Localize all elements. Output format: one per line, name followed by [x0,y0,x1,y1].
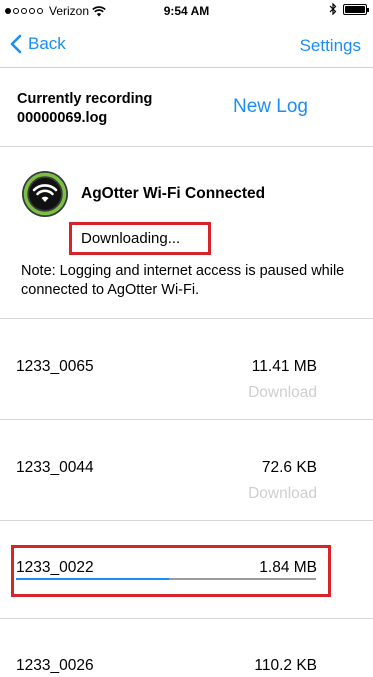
back-button[interactable]: Back [10,34,66,54]
file-name: 1233_0044 [16,459,94,476]
status-right [329,3,369,15]
divider [0,520,373,521]
divider [0,419,373,420]
download-button[interactable]: Download [248,485,317,503]
battery-icon [343,3,369,15]
back-label: Back [28,34,66,53]
new-log-button[interactable]: New Log [233,96,308,118]
file-size: 1.84 MB [259,559,317,576]
file-name: 1233_0022 [16,559,94,576]
file-name: 1233_0065 [16,358,94,375]
file-name: 1233_0026 [16,657,94,674]
recording-label: Currently recording [17,91,153,107]
download-progress-bar [16,578,316,580]
clock: 9:54 AM [163,4,210,18]
wifi-note: Note: Logging and internet access is pau… [21,263,345,298]
agotter-wifi-icon [22,171,68,217]
divider [0,318,373,319]
settings-button[interactable]: Settings [300,36,361,56]
download-status: Downloading... [81,230,181,247]
bluetooth-icon [329,3,337,15]
chevron-left-icon [10,34,22,54]
file-size: 110.2 KB [254,657,317,674]
download-button[interactable]: Download [248,384,317,402]
file-size: 72.6 KB [261,459,317,476]
divider [0,146,373,147]
recording-filename: 00000069.log [17,110,108,126]
divider [0,618,373,619]
file-size: 11.41 MB [251,358,317,375]
wifi-connected-title: AgOtter Wi-Fi Connected [81,185,266,202]
navigation-bar: Back Settings [0,20,373,68]
recording-info: Currently recording 00000069.log [17,90,217,128]
status-bar: Verizon 9:54 AM [0,0,373,20]
download-progress-fill [16,578,169,580]
